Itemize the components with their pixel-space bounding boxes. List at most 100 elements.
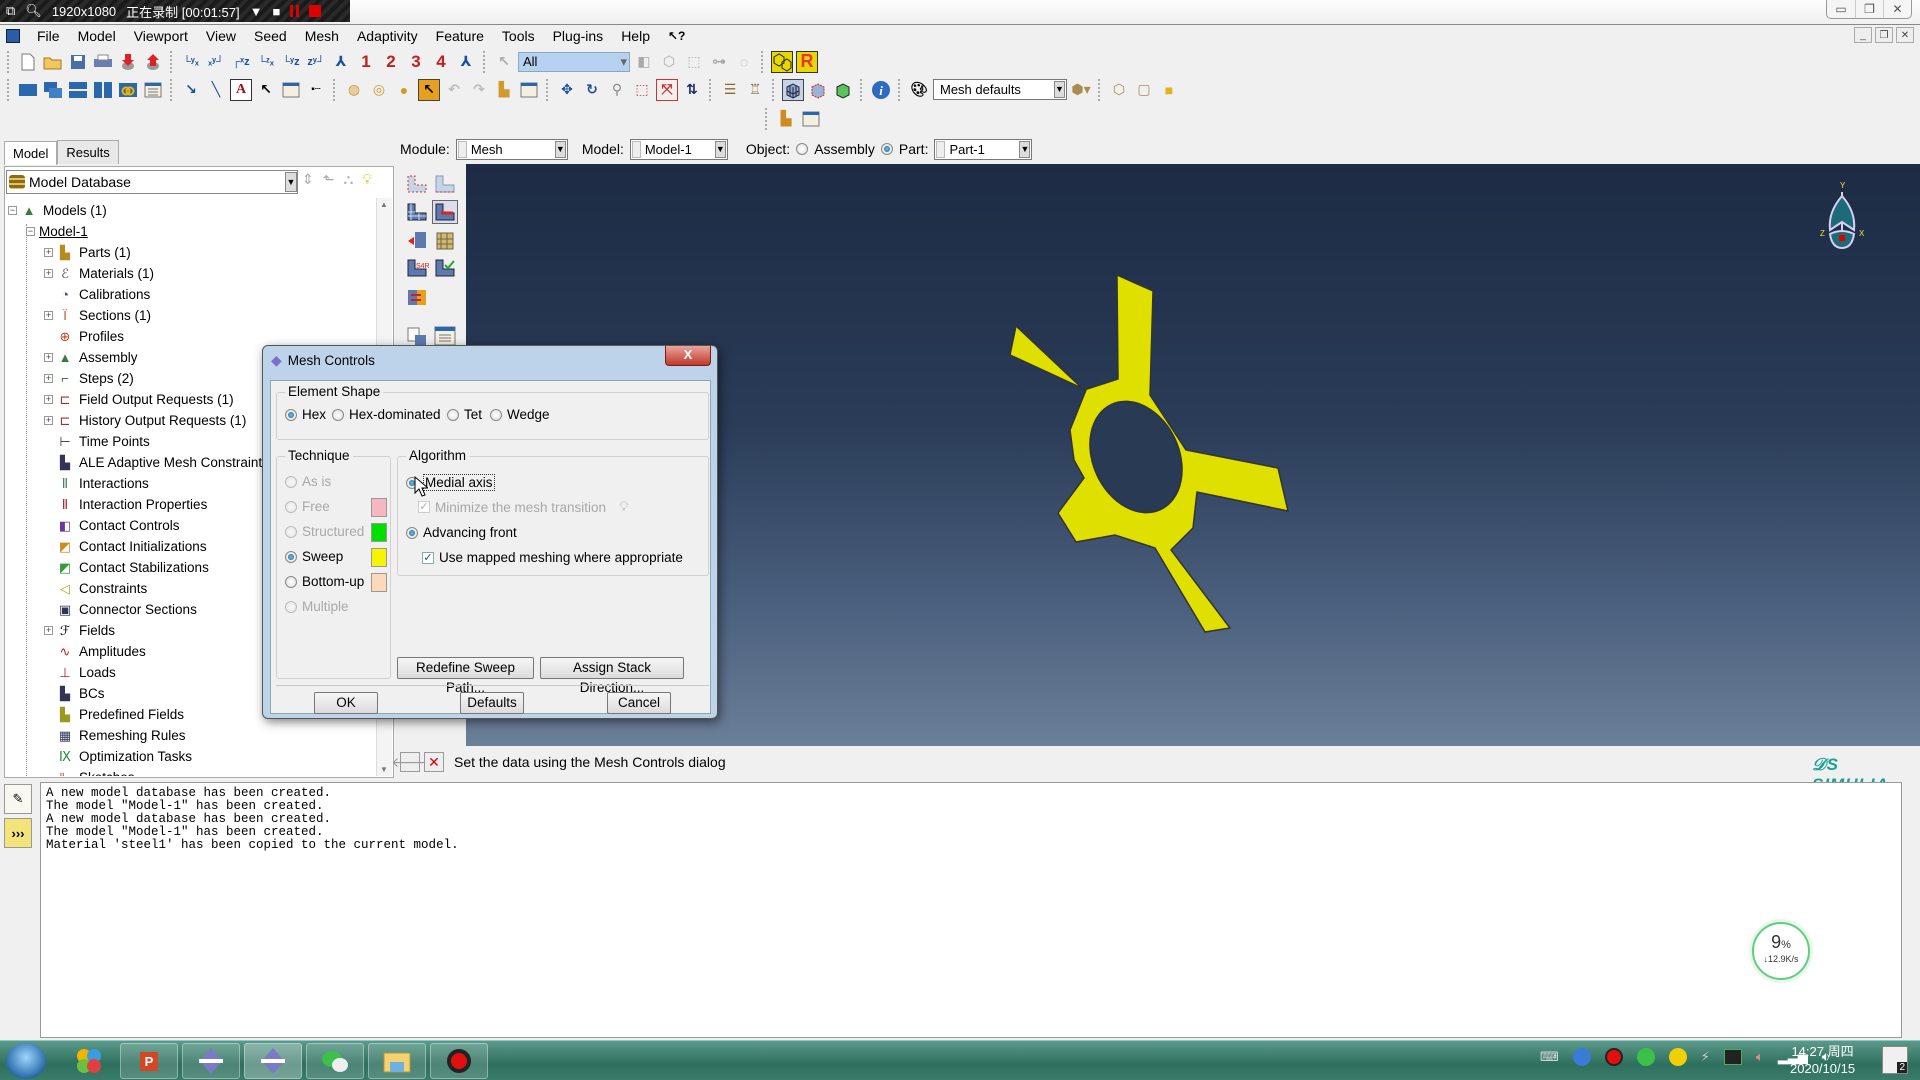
pointer-icon[interactable]: ↖ (255, 79, 277, 101)
view-top-icon[interactable]: ┌ˣz (230, 51, 252, 73)
tray-recorder-icon[interactable] (1604, 1048, 1623, 1066)
tree-node[interactable]: ⊩ Sketches (8, 767, 384, 777)
message-area[interactable]: A new model database has been created. T… (40, 782, 1902, 1038)
use-mapped-option[interactable]: ✓ Use mapped meshing where appropriate (422, 550, 683, 565)
scroll-up-icon[interactable]: ▲ (380, 200, 388, 209)
expand-icon[interactable]: + (44, 269, 53, 278)
seed-edges-icon[interactable]: ☰ (719, 79, 741, 101)
selection-arrow-icon[interactable]: ↖ (493, 51, 515, 73)
minimize-button[interactable]: ▭ (1827, 0, 1855, 18)
dropdown-icon[interactable]: ▼ (250, 4, 263, 19)
menu-viewport[interactable]: Viewport (125, 28, 197, 44)
tree-node[interactable]: + ▙ Parts (1) (8, 242, 384, 263)
select-drag-icon[interactable]: ⊶ (708, 51, 730, 73)
keyboard-icon[interactable]: ⌨ (1540, 1049, 1559, 1065)
undo-icon[interactable]: ↶ (443, 79, 465, 101)
usb-icon[interactable]: ⚡ (1701, 1049, 1710, 1065)
wedge-radio[interactable] (490, 408, 502, 421)
auto-fit-icon[interactable]: ⤧ (656, 78, 678, 101)
lightbulb-icon[interactable]: 💡︎ (362, 171, 372, 188)
technique-bottom-up-option[interactable]: Bottom-up (285, 574, 364, 589)
tree-node[interactable]: − ▲ Models (1) (8, 200, 384, 221)
stack-orientation-tool-icon[interactable] (404, 284, 430, 308)
technique-sweep-option[interactable]: Sweep (285, 549, 343, 564)
mdi-restore-button[interactable]: ❐ (1875, 27, 1893, 43)
cancel-button[interactable]: Cancel (607, 692, 671, 714)
system-clock[interactable]: 14:27 周四 2020/10/15 (1790, 1043, 1855, 1077)
expand-icon[interactable]: + (44, 374, 53, 383)
abaqus-button-1[interactable] (182, 1043, 240, 1079)
annotation-manager-icon[interactable] (280, 79, 302, 101)
toolbar-grip[interactable] (7, 50, 11, 73)
expand-icon[interactable]: + (44, 311, 53, 320)
cancel-procedure-button[interactable]: ✕ (424, 752, 444, 772)
shape-hex-dominated-option[interactable]: Hex-dominated (332, 407, 441, 422)
user-view-4[interactable]: 4 (430, 51, 452, 73)
shape-hex-option[interactable]: Hex (285, 407, 326, 422)
magnify-icon[interactable]: ⚲ (606, 79, 628, 101)
print-icon[interactable] (92, 51, 114, 73)
rotate-icon[interactable]: ↻ (581, 79, 603, 101)
select-box-icon[interactable]: ⬚ (683, 51, 705, 73)
text-annotation-icon[interactable]: A (230, 78, 252, 101)
viewport-cascade-icon[interactable] (42, 79, 64, 101)
view-back-icon[interactable]: ₓʸ┘ (205, 51, 227, 73)
selection-filter-select[interactable]: All (518, 51, 630, 72)
menu-seed[interactable]: Seed (245, 28, 296, 44)
tree-filter-icon[interactable]: ⛬ (343, 171, 353, 188)
import-icon[interactable] (117, 51, 139, 73)
tet-radio[interactable] (447, 408, 459, 421)
tree-node[interactable]: ▦ Remeshing Rules (8, 725, 384, 746)
context-help-button[interactable]: ↖? (659, 29, 694, 43)
display-group-manager-icon[interactable] (518, 79, 540, 101)
toolbar-grip[interactable] (7, 78, 11, 101)
save-icon[interactable] (67, 51, 89, 73)
restore-button[interactable]: ❐ (1855, 0, 1883, 18)
element-type-tool-icon[interactable] (404, 228, 430, 252)
user-view-2[interactable]: 2 (380, 51, 402, 73)
file-explorer-button[interactable] (368, 1043, 426, 1079)
hidden-line-icon[interactable]: ▢ (1133, 79, 1155, 101)
color-mapping-icon[interactable]: ⬢▾ (1070, 79, 1092, 101)
assign-stack-direction-button[interactable]: Assign Stack Direction... (540, 657, 684, 695)
ok-button[interactable]: OK (314, 692, 378, 714)
start-button[interactable] (6, 1043, 46, 1079)
replace-icon[interactable]: ● (393, 79, 415, 101)
mdi-close-button[interactable]: ✕ (1896, 27, 1914, 43)
sweep-radio[interactable] (285, 550, 297, 563)
redo-icon[interactable]: ↷ (468, 79, 490, 101)
message-area-tab[interactable]: ✎ (4, 784, 32, 814)
view-bottom-icon[interactable]: └ᶻₓ (255, 51, 277, 73)
menu-view[interactable]: View (197, 28, 245, 44)
part-radio[interactable] (880, 143, 893, 155)
toolbar-grip[interactable] (765, 107, 769, 130)
select-from-viewport-icon[interactable]: ◧ (633, 51, 655, 73)
link-viewports-icon[interactable] (117, 79, 139, 101)
tree-node[interactable]: − Model-1 (8, 221, 384, 242)
wireframe-icon[interactable]: ⬡ (1108, 79, 1130, 101)
box-zoom-icon[interactable]: ⬚ (631, 79, 653, 101)
advancing-front-option[interactable]: Advancing front (406, 525, 517, 540)
seed-edges-tool-icon[interactable] (432, 172, 458, 196)
network-monitor[interactable]: 9% ↓12.9K/s (1752, 922, 1810, 980)
view-left-icon[interactable]: └ʸz (280, 51, 302, 73)
action-center-button[interactable]: 2 (1882, 1046, 1908, 1074)
tree-node[interactable]: ◔ Calibrations (8, 284, 384, 305)
spin-up-down-icon[interactable]: ⇕ (302, 171, 314, 188)
go-to-parent-icon[interactable]: ⬑ (323, 171, 335, 188)
nvidia-icon[interactable] (1723, 1049, 1742, 1065)
collapse-icon[interactable]: − (8, 206, 17, 215)
seed-part-icon[interactable]: ♖ (744, 79, 766, 101)
render-hidden-icon[interactable] (807, 79, 829, 101)
menu-feature[interactable]: Feature (427, 28, 493, 44)
shape-tet-option[interactable]: Tet (447, 407, 482, 422)
close-button[interactable]: ✕ (1883, 0, 1911, 18)
tab-results[interactable]: Results (57, 140, 119, 164)
mdi-minimize-button[interactable]: _ (1854, 27, 1872, 43)
tray-app-icon[interactable] (1572, 1048, 1591, 1066)
mesh-part-icon[interactable] (771, 50, 793, 73)
python-console-tab[interactable]: ››› (4, 818, 32, 848)
viewport-tile-h-icon[interactable] (67, 79, 89, 101)
union-icon[interactable]: ◍ (343, 79, 365, 101)
menu-file[interactable]: File (28, 28, 69, 44)
